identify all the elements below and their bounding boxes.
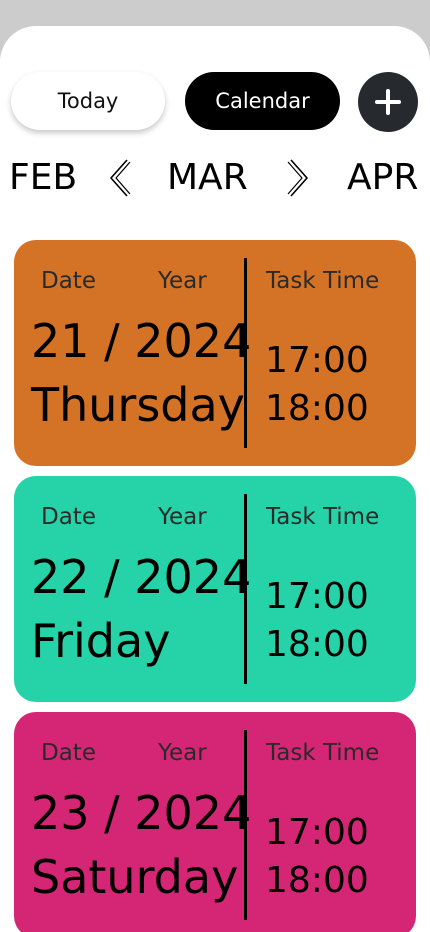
date-label: Date [41,504,96,530]
next-month-label[interactable]: APR [347,154,418,202]
task-time-start: 17:00 [265,812,369,853]
today-button[interactable]: Today [11,72,165,130]
task-time-label: Task Time [266,740,380,766]
year-label: Year [158,268,207,294]
card-divider [244,258,247,448]
previous-month-label[interactable]: FEB [9,154,77,202]
year-label: Year [158,504,207,530]
day-year-value: 22 / 2024 [31,550,252,604]
day-card[interactable]: Date Year Task Time 23 / 2024 Saturday 1… [14,712,416,932]
task-time-label: Task Time [266,268,380,294]
plus-icon [375,89,401,115]
day-year-value: 21 / 2024 [31,314,252,368]
task-time-start: 17:00 [265,340,369,381]
weekday-value: Saturday [31,850,239,904]
date-label: Date [41,268,96,294]
weekday-value: Thursday [31,378,245,432]
day-card[interactable]: Date Year Task Time 21 / 2024 Thursday 1… [14,240,416,466]
card-divider [244,494,247,684]
year-label: Year [158,740,207,766]
task-time-end: 18:00 [265,624,369,665]
app-screen: Today Calendar FEB MAR APR Date Year Tas… [0,26,430,932]
day-year-value: 23 / 2024 [31,786,252,840]
date-label: Date [41,740,96,766]
task-time-end: 18:00 [265,388,369,429]
weekday-value: Friday [31,614,171,668]
chevron-left-icon[interactable] [107,158,131,198]
chevron-right-icon[interactable] [287,158,311,198]
month-navigation: FEB MAR APR [0,154,430,202]
calendar-button[interactable]: Calendar [185,72,340,130]
add-button[interactable] [358,72,418,132]
day-card[interactable]: Date Year Task Time 22 / 2024 Friday 17:… [14,476,416,702]
current-month-label: MAR [167,157,248,198]
card-divider [244,730,247,920]
task-time-end: 18:00 [265,860,369,901]
task-time-start: 17:00 [265,576,369,617]
task-time-label: Task Time [266,504,380,530]
